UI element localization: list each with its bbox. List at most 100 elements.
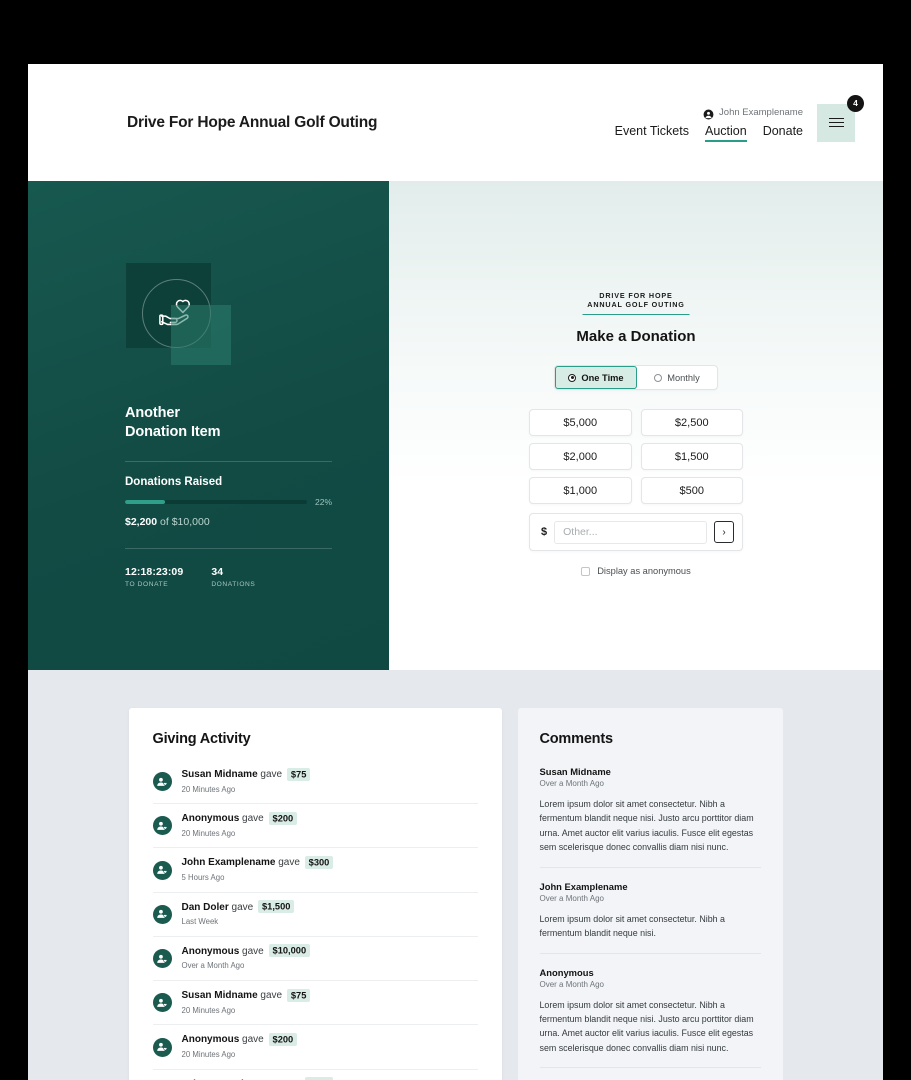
progress-bar-fill: [125, 500, 166, 505]
comment-timestamp: Over a Month Ago: [539, 979, 604, 989]
anonymous-checkbox[interactable]: [581, 566, 591, 576]
giving-activity-title: Giving Activity: [152, 731, 251, 747]
frequency-label-monthly: Monthly: [667, 372, 700, 383]
stat-countdown-label: TO DONATE: [125, 581, 169, 589]
activity-timestamp: 20 Minutes Ago: [181, 784, 236, 794]
frequency-option-monthly[interactable]: Monthly: [637, 366, 717, 389]
gave-word: gave: [257, 990, 285, 1002]
user-account[interactable]: John Examplename: [703, 106, 803, 119]
activity-text: Anonymous gave $10,000 Over a Month Ago: [181, 944, 311, 971]
amount-button-4[interactable]: $1,500: [640, 443, 743, 470]
comment-item: Anonymous Over a Month Ago Lorem ipsum dol…: [539, 966, 761, 1069]
donation-form: DRIVE FOR HOPE ANNUAL GOLF OUTING Make a…: [529, 181, 743, 576]
activity-line: Anonymous gave $200: [181, 1032, 298, 1047]
form-title: Make a Donation: [576, 328, 696, 345]
custom-amount-row: $ ›: [529, 513, 743, 551]
donor-name: Anonymous: [181, 1034, 240, 1046]
donor-name: Susan Midname: [181, 990, 258, 1002]
user-circle-icon: [703, 107, 714, 119]
gave-word: gave: [239, 813, 267, 825]
nav-item-auction[interactable]: Auction: [704, 124, 747, 142]
comment-body: Lorem ipsum dolor sit amet consectetur. …: [539, 913, 725, 939]
giving-activity-list: Susan Midname gave $75 20 Minutes Ago Anon…: [152, 767, 478, 1080]
activity-row: Susan Midname gave $75 20 Minutes Ago: [152, 981, 478, 1026]
frequency-option-one-time[interactable]: One Time: [555, 366, 637, 389]
donation-amount-chip: $75: [286, 988, 311, 1002]
main-nav: Event Tickets Auction Donate: [615, 124, 803, 142]
activity-row: Anonymous gave $10,000 Over a Month Ago: [152, 937, 478, 982]
donor-avatar-icon: [152, 993, 172, 1013]
activity-line: Susan Midname gave $75: [181, 767, 311, 782]
amount-button-5[interactable]: $1,000: [529, 477, 632, 504]
activity-row: John Examplename gave $3005 Hours Ago: [153, 1070, 478, 1080]
activity-line: John Examplename gave $300: [182, 855, 334, 870]
nav-item-donate[interactable]: Donate: [763, 124, 803, 138]
browser-page: Drive For Hope Annual Golf Outing John E…: [28, 64, 883, 1080]
donor-name: Anonymous: [181, 813, 240, 825]
radio-icon-one-time: [568, 373, 577, 382]
hero-graphic: [126, 262, 231, 378]
divider-bottom: [125, 548, 332, 550]
comment-timestamp: Over a Month Ago: [539, 779, 604, 788]
gave-word: gave: [239, 1034, 267, 1046]
donor-avatar-icon: [152, 772, 172, 792]
giving-activity-card: Giving Activity Susan Midname gave $75 20…: [128, 708, 502, 1080]
stat-countdown: 12:18:23:09 TO DONATE: [125, 566, 183, 588]
donor-avatar-icon: [152, 904, 172, 924]
donor-name: Anonymous: [181, 945, 240, 957]
activity-timestamp: 20 Minutes Ago: [181, 1049, 236, 1059]
activity-timestamp: 20 Minutes Ago: [181, 1005, 236, 1015]
gave-word: gave: [239, 945, 267, 957]
menu-wrapper: 4: [817, 94, 864, 142]
hero-left-panel: Another Donation Item Donations Raised 2…: [28, 181, 389, 670]
activity-line: Dan Doler gave $1,500: [182, 900, 295, 915]
progress-row: 22%: [125, 497, 332, 507]
comment-body: Lorem ipsum dolor sit amet consectetur. …: [539, 999, 754, 1053]
screen: Drive For Hope Annual Golf Outing John E…: [0, 0, 911, 1080]
user-name: John Examplename: [719, 106, 803, 118]
comment-author: Susan Midname: [539, 766, 611, 777]
amount-button-1[interactable]: $5,000: [529, 409, 632, 436]
activity-timestamp: Last Week: [181, 917, 219, 927]
activity-text: Susan Midname gave $75 20 Minutes Ago: [181, 767, 311, 794]
stat-donations-label: DONATIONS: [211, 581, 256, 589]
amount-grid: $5,000 $2,500 $2,000 $1,500 $1,000 $500: [529, 409, 743, 504]
amount-button-3[interactable]: $2,000: [529, 443, 632, 470]
amount-raised-row: $2,200 of $10,000: [125, 516, 389, 528]
donation-amount-chip: $75: [286, 767, 311, 781]
amount-button-6[interactable]: $500: [640, 477, 743, 504]
submit-amount-button[interactable]: ›: [714, 521, 734, 543]
hero-right-panel: DRIVE FOR HOPE ANNUAL GOLF OUTING Make a…: [389, 181, 883, 670]
progress-percent-label: 22%: [314, 497, 332, 508]
comment-body: Lorem ipsum dolor sit amet consectetur. …: [539, 799, 754, 853]
amount-button-2[interactable]: $2,500: [640, 409, 743, 436]
comment-item: John Examplename Over a Month Ago Lorem ip…: [539, 880, 761, 954]
activity-row: John Examplename gave $3005 Hours Ago: [152, 848, 478, 893]
nav-item-event-tickets[interactable]: Event Tickets: [615, 124, 689, 138]
progress-bar-track: [125, 500, 307, 505]
hero-section: Another Donation Item Donations Raised 2…: [28, 181, 883, 670]
comments-card: Comments Susan Midname Over a Month Ago Lo…: [517, 708, 783, 1080]
comment-author: Anonymous: [539, 966, 594, 978]
activity-text: Susan Midname gave $75 20 Minutes Ago: [181, 988, 311, 1015]
comment-author: John Examplename: [539, 880, 628, 892]
donation-amount-chip: $10,000: [268, 944, 311, 958]
activity-text: Dan Doler gave $1,500 Last Week: [181, 900, 295, 927]
activity-text: John Examplename gave $300 5 Hours Ago: [182, 855, 334, 882]
donation-item-title: Another Donation Item: [125, 404, 221, 440]
donation-amount-chip: $1,500: [257, 900, 295, 914]
comment-timestamp: Over a Month Ago: [539, 893, 604, 903]
currency-symbol: $: [541, 526, 548, 538]
divider-top: [125, 461, 332, 463]
frequency-label-one-time: One Time: [581, 372, 624, 383]
decorative-square-front: [171, 304, 231, 365]
amount-raised-value: $2,200: [125, 516, 158, 529]
donor-avatar-icon: [152, 816, 172, 836]
custom-amount-input[interactable]: [554, 520, 708, 544]
donor-avatar-icon: [152, 949, 172, 969]
donor-avatar-icon: [152, 860, 172, 880]
anonymous-row[interactable]: Display as anonymous: [529, 566, 743, 576]
menu-badge-count: 4: [847, 94, 864, 112]
donor-name: Susan Midname: [181, 769, 258, 780]
activity-row: Anonymous gave $200 20 Minutes Ago: [152, 804, 478, 849]
